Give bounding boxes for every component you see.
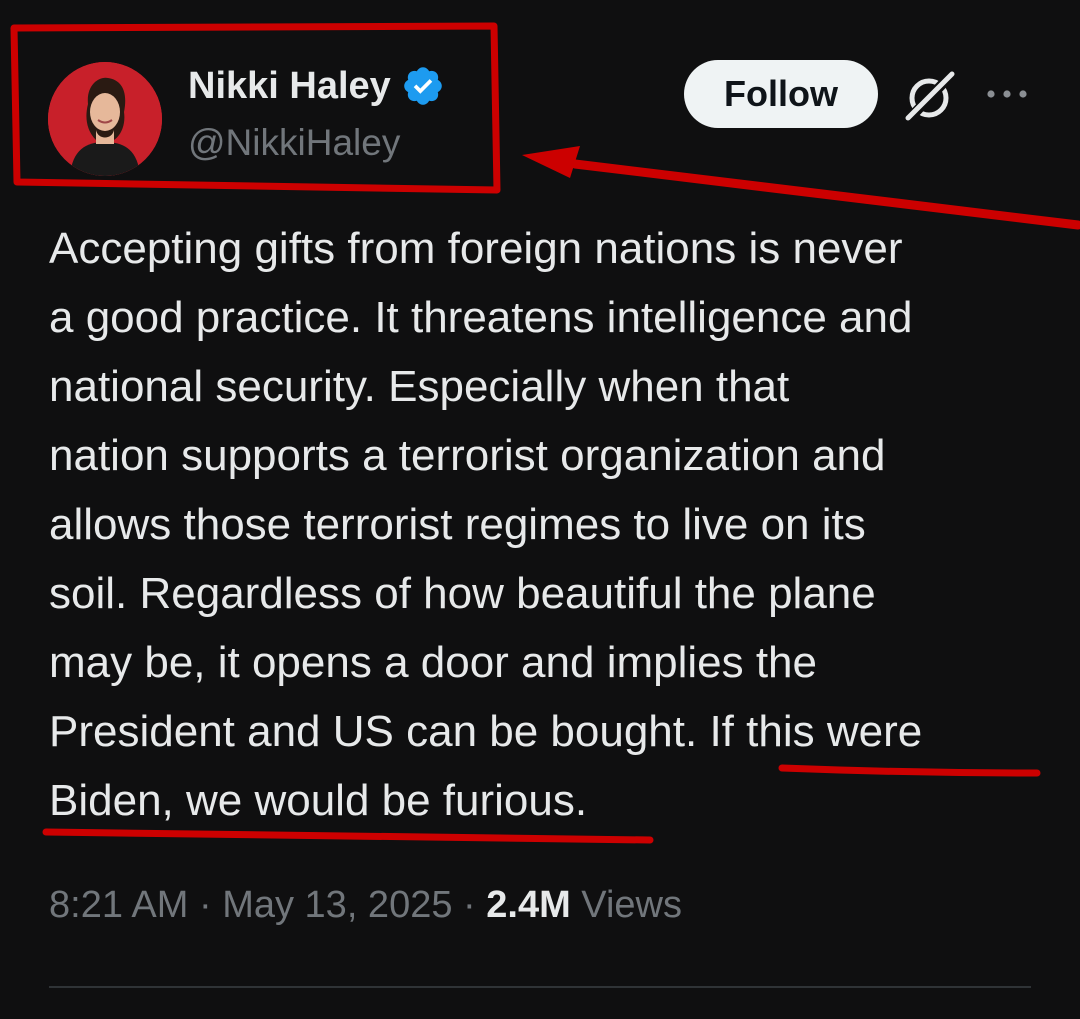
tweet-text-line: may be, it opens a door and implies the bbox=[49, 638, 818, 687]
verified-badge-icon bbox=[404, 67, 442, 105]
tweet-time[interactable]: 8:21 AM bbox=[49, 884, 188, 926]
tweet-text-line: allows those terrorist regimes to live o… bbox=[49, 500, 866, 549]
tweet-text-line: national security. Especially when that bbox=[49, 362, 790, 411]
meta-separator: · bbox=[198, 884, 212, 926]
tweet-text-line: Accepting gifts from foreign nations is … bbox=[49, 224, 903, 273]
tweet-text-line: Biden, we would be furious. bbox=[49, 776, 588, 825]
author-handle[interactable]: @NikkiHaley bbox=[188, 122, 400, 164]
tweet-text: Accepting gifts from foreign nations is … bbox=[49, 214, 1049, 835]
tweet-text-line: President and US can be bought. If this … bbox=[49, 707, 923, 756]
views-count[interactable]: 2.4M bbox=[486, 884, 570, 926]
views-label[interactable]: Views bbox=[581, 884, 682, 926]
avatar-portrait bbox=[48, 62, 162, 176]
follow-button[interactable]: Follow bbox=[684, 60, 878, 128]
tweet-meta: 8:21 AM · May 13, 2025 · 2.4M Views bbox=[49, 884, 682, 927]
tweet-date[interactable]: May 13, 2025 bbox=[222, 884, 452, 926]
divider bbox=[49, 986, 1031, 988]
more-options-icon[interactable] bbox=[984, 80, 1030, 108]
tweet-text-line: soil. Regardless of how beautiful the pl… bbox=[49, 569, 876, 618]
meta-separator: · bbox=[463, 884, 476, 926]
grok-icon[interactable] bbox=[902, 70, 958, 122]
avatar[interactable] bbox=[48, 62, 162, 176]
tweet-text-line: a good practice. It threatens intelligen… bbox=[49, 293, 913, 342]
tweet-text-line: nation supports a terrorist organization… bbox=[49, 431, 886, 480]
author-name-row[interactable]: Nikki Haley bbox=[188, 64, 445, 108]
author-display-name[interactable]: Nikki Haley bbox=[188, 65, 391, 108]
